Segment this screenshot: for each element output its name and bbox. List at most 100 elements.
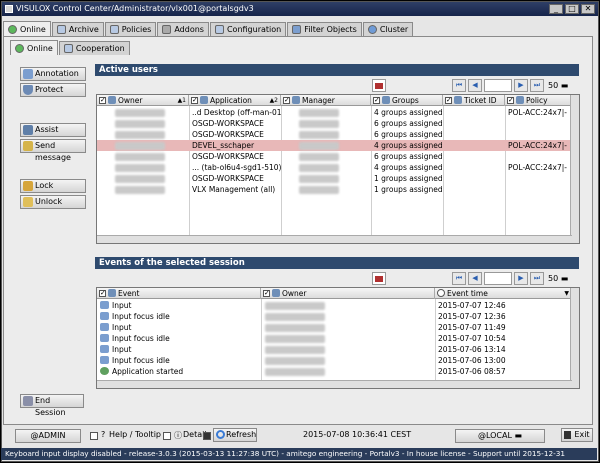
assist-button[interactable]: Assist [20, 123, 86, 137]
column-checkbox[interactable] [99, 288, 106, 299]
tab-cluster[interactable]: Cluster [362, 22, 414, 36]
local-select[interactable]: @LOCAL ▬ [455, 429, 545, 443]
table-row[interactable]: Application started 2015-07-06 08:57 [97, 366, 572, 377]
refresh-button[interactable]: Refresh [213, 428, 257, 442]
table-row[interactable]: Input focus idle 2015-07-07 12:36 [97, 311, 572, 322]
table-row[interactable]: DEVEL_sschaper 4 groups assigned POL-ACC:2… [97, 140, 572, 151]
title-bar[interactable]: VISULOX Control Center/Administrator/vlx… [2, 2, 598, 16]
column-owner[interactable]: Owner [261, 288, 435, 299]
table-row[interactable]: OSGD-WORKSPACE 6 groups assigned [97, 118, 572, 129]
page-number-field[interactable] [484, 272, 512, 285]
button-label: Exit [574, 430, 590, 439]
table-row[interactable]: OSGD-WORKSPACE 6 groups assigned [97, 129, 572, 140]
input-icon [100, 301, 109, 309]
send-message-button[interactable]: Send message [20, 139, 86, 162]
column-checkbox[interactable] [283, 95, 290, 106]
table-row[interactable]: Input focus idle 2015-07-07 10:54 [97, 333, 572, 344]
cell-policy: POL-ACC:24x7|- [508, 163, 568, 172]
tab-addons[interactable]: Addons [157, 22, 209, 36]
active-users-vertical-scrollbar[interactable] [570, 95, 579, 243]
column-event-time[interactable]: Event time ▼ [435, 288, 572, 299]
redacted-manager [299, 109, 339, 117]
cell-policy [505, 184, 572, 195]
events-header: Events of the selected session [95, 257, 579, 269]
column-checkbox[interactable] [263, 288, 270, 299]
annotation-button[interactable]: Annotation [20, 67, 86, 81]
page-size-select[interactable]: 50 ▬ [548, 79, 578, 92]
unlock-button[interactable]: Unlock [20, 195, 86, 209]
column-label: Event [118, 289, 140, 298]
first-page-button[interactable]: ⏮ [452, 79, 466, 92]
column-checkbox[interactable] [445, 95, 452, 106]
table-row[interactable]: ... (tab-ol6u4-sgd1-510) 4 groups assigne… [97, 162, 572, 173]
end-session-button[interactable]: End Session [20, 394, 84, 417]
details-checkbox[interactable] [163, 432, 171, 440]
redacted-manager [299, 164, 339, 172]
protect-button[interactable]: Protect [20, 83, 86, 97]
column-checkbox[interactable] [507, 95, 514, 106]
tab-policies[interactable]: Policies [104, 22, 157, 36]
lock-button[interactable]: Lock [20, 179, 86, 193]
cell-event: Application started [97, 366, 261, 377]
redacted-owner [115, 109, 165, 117]
active-users-header: Active users [95, 64, 579, 76]
last-page-button[interactable]: ⏭ [530, 272, 544, 285]
admin-button[interactable]: @ADMIN [15, 429, 81, 443]
sub-tab-bar: Online Cooperation [10, 40, 131, 55]
next-page-button[interactable]: ▶ [514, 79, 528, 92]
column-manager[interactable]: Manager [281, 95, 371, 106]
table-row[interactable]: Input focus idle 2015-07-06 13:00 [97, 355, 572, 366]
column-application[interactable]: Application ▲2 [189, 95, 281, 106]
prev-page-button[interactable]: ◀ [468, 272, 482, 285]
table-row[interactable]: VLX Management (all) 1 groups assigned [97, 184, 572, 195]
addons-icon [162, 25, 172, 34]
events-horizontal-scrollbar[interactable] [97, 380, 572, 388]
subtab-online[interactable]: Online [10, 40, 58, 55]
event-label: Input focus idle [112, 312, 170, 321]
column-groups[interactable]: Groups [371, 95, 443, 106]
active-users-horizontal-scrollbar[interactable] [97, 235, 572, 243]
tab-filter-objects[interactable]: Filter Objects [287, 22, 362, 36]
tab-online[interactable]: Online [3, 21, 51, 36]
shield-icon [23, 85, 33, 95]
first-page-button[interactable]: ⏮ [452, 272, 466, 285]
column-ticket-id[interactable]: Ticket ID [443, 95, 505, 106]
column-checkbox[interactable] [373, 95, 380, 106]
page-size-select[interactable]: 50 ▬ [548, 272, 578, 285]
column-checkbox[interactable] [191, 95, 198, 106]
clear-filter-button[interactable] [372, 272, 386, 285]
table-row[interactable]: Input 2015-07-06 13:14 [97, 344, 572, 355]
table-row[interactable]: ..d Desktop (off-man-01) 4 groups assigne… [97, 107, 572, 118]
table-row[interactable]: OSGD-WORKSPACE 1 groups assigned [97, 173, 572, 184]
table-row[interactable]: Input 2015-07-07 11:49 [97, 322, 572, 333]
subtab-cooperation[interactable]: Cooperation [58, 41, 130, 55]
column-label: Policy [526, 96, 548, 105]
redacted-owner [265, 346, 325, 354]
column-policy[interactable]: Policy [505, 95, 572, 106]
events-vertical-scrollbar[interactable] [570, 288, 579, 388]
maximize-button[interactable]: □ [565, 4, 579, 14]
events-table-header: Event Owner Event time ▼ [97, 288, 572, 299]
column-event[interactable]: Event [97, 288, 261, 299]
tab-archive[interactable]: Archive [51, 22, 104, 36]
cell-groups: 4 groups assigned [374, 141, 443, 150]
column-owner[interactable]: Owner ▲1 [97, 95, 189, 106]
next-page-button[interactable]: ▶ [514, 272, 528, 285]
redacted-owner [115, 175, 165, 183]
active-users-pager: ⏮ ◀ ▶ ⏭ 50 ▬ [452, 79, 578, 93]
table-row[interactable]: Input 2015-07-07 12:46 [97, 300, 572, 311]
table-row[interactable]: OSGD-WORKSPACE 6 groups assigned [97, 151, 572, 162]
clear-filter-button[interactable] [372, 79, 386, 92]
refresh-checkbox[interactable] [203, 432, 211, 440]
prev-page-button[interactable]: ◀ [468, 79, 482, 92]
minimize-button[interactable]: _ [549, 4, 563, 14]
exit-button[interactable]: Exit [561, 428, 593, 442]
column-checkbox[interactable] [99, 95, 106, 106]
tab-configuration[interactable]: Configuration [209, 22, 287, 36]
close-button[interactable]: ✕ [581, 4, 595, 14]
cell-event: Input [97, 322, 261, 333]
last-page-button[interactable]: ⏭ [530, 79, 544, 92]
sort-indicator: ▲1 [177, 97, 186, 104]
page-number-field[interactable] [484, 79, 512, 92]
help-tooltip-checkbox[interactable] [90, 432, 98, 440]
